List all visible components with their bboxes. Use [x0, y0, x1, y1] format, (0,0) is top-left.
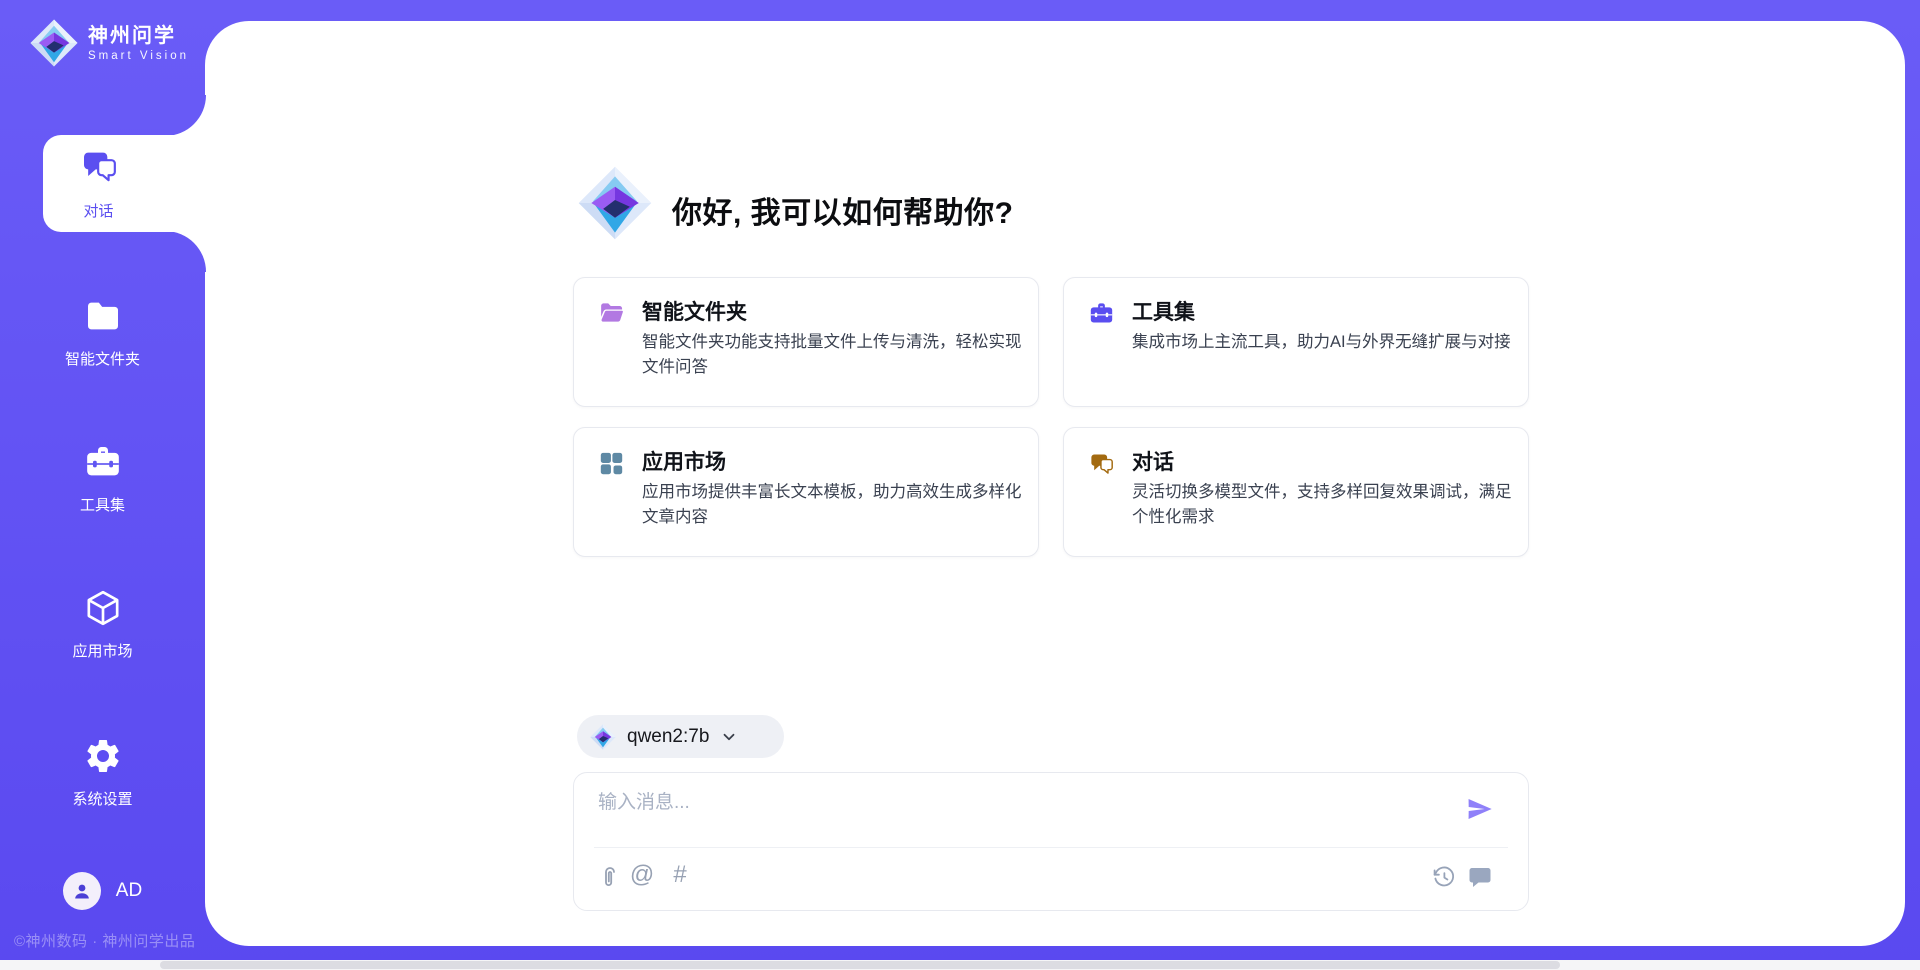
open-folder-icon: [598, 300, 625, 327]
brand-title: 神州问学: [88, 24, 189, 48]
card-description: 智能文件夹功能支持批量文件上传与清洗，轻松实现文件问答: [642, 330, 1024, 380]
gear-icon: [83, 736, 123, 776]
send-icon: [1466, 795, 1494, 823]
person-icon: [70, 879, 94, 903]
chat-icon: [79, 146, 119, 186]
mention-button[interactable]: @: [628, 861, 656, 889]
card-description: 集成市场上主流工具，助力AI与外界无缝扩展与对接: [1132, 330, 1514, 355]
chevron-down-icon: [720, 728, 738, 746]
card-title: 应用市场: [642, 446, 726, 476]
hashtag-icon: #: [673, 861, 686, 889]
horizontal-scrollbar: [0, 960, 1920, 970]
brand-logo-icon: [30, 19, 78, 67]
at-icon: @: [630, 861, 654, 889]
paperclip-icon: [598, 865, 622, 889]
send-button[interactable]: [1466, 795, 1494, 823]
card-app-market[interactable]: 应用市场 应用市场提供丰富长文本模板，助力高效生成多样化文章内容: [573, 427, 1039, 557]
card-chat[interactable]: 对话 灵活切换多模型文件，支持多样回复效果调试，满足个性化需求: [1063, 427, 1529, 557]
quick-phrases-button[interactable]: [1468, 865, 1492, 889]
model-selector[interactable]: qwen2:7b: [577, 715, 784, 758]
scrollbar-thumb[interactable]: [160, 961, 1560, 969]
briefcase-icon: [83, 442, 123, 482]
card-title: 智能文件夹: [642, 296, 747, 326]
tab-curve-bottom: [165, 231, 206, 272]
sidebar-item-label: 智能文件夹: [0, 348, 205, 369]
model-name: qwen2:7b: [627, 726, 709, 748]
card-smart-folder[interactable]: 智能文件夹 智能文件夹功能支持批量文件上传与清洗，轻松实现文件问答: [573, 277, 1039, 407]
sidebar-item-label: 应用市场: [0, 640, 205, 661]
model-logo-icon: [590, 724, 616, 750]
cube-icon: [83, 588, 123, 628]
grid-icon: [598, 450, 625, 477]
brand: 神州问学 Smart Vision: [30, 19, 189, 67]
attach-button[interactable]: [598, 865, 622, 889]
composer-divider: [594, 847, 1508, 848]
brand-subtitle: Smart Vision: [88, 50, 189, 62]
briefcase-icon: [1088, 300, 1115, 327]
sidebar-item-label: 工具集: [0, 494, 205, 515]
avatar: [63, 872, 101, 910]
card-description: 应用市场提供丰富长文本模板，助力高效生成多样化文章内容: [642, 480, 1024, 530]
copyright-text: ©神州数码 · 神州问学出品: [14, 930, 195, 951]
tab-curve-top: [165, 95, 206, 136]
message-input[interactable]: [596, 785, 1440, 841]
sidebar-item-chat[interactable]: 对话: [43, 135, 206, 232]
greeting-logo-icon: [578, 166, 652, 240]
history-button[interactable]: [1432, 865, 1456, 889]
app-root: 神州问学 Smart Vision 对话 智能文件夹 工具集 应用市场 系统设置…: [0, 0, 1920, 970]
folder-icon: [83, 296, 123, 336]
card-description: 灵活切换多模型文件，支持多样回复效果调试，满足个性化需求: [1132, 480, 1514, 530]
user-profile[interactable]: AD: [0, 872, 205, 910]
message-composer: @ #: [573, 772, 1529, 911]
chat-bubble-icon: [1468, 865, 1492, 889]
card-toolset[interactable]: 工具集 集成市场上主流工具，助力AI与外界无缝扩展与对接: [1063, 277, 1529, 407]
history-icon: [1432, 865, 1456, 889]
card-title: 对话: [1132, 446, 1174, 476]
hashtag-button[interactable]: #: [666, 861, 694, 889]
sidebar-item-label: 对话: [83, 200, 113, 221]
chat-icon: [1088, 450, 1115, 477]
sidebar-item-smart-folder[interactable]: 智能文件夹: [0, 296, 205, 369]
sidebar-item-label: 系统设置: [0, 788, 205, 809]
card-title: 工具集: [1132, 296, 1195, 326]
sidebar-item-app-market[interactable]: 应用市场: [0, 588, 205, 661]
sidebar-item-toolset[interactable]: 工具集: [0, 442, 205, 515]
user-name: AD: [116, 880, 142, 902]
greeting-title: 你好, 我可以如何帮助你?: [672, 188, 1014, 232]
sidebar-item-system-settings[interactable]: 系统设置: [0, 736, 205, 809]
